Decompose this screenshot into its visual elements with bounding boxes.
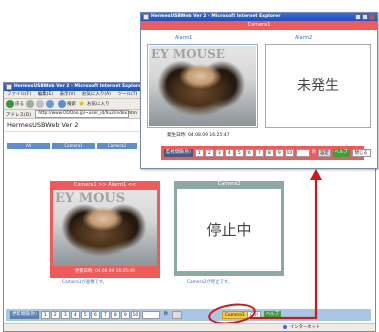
monitor-10[interactable]: 10 [284,149,294,157]
monitor-interval-input[interactable] [295,149,310,157]
monitor-6[interactable]: 6 [244,149,254,157]
monitor-4[interactable]: 4 [224,149,234,157]
arrow-head [310,169,322,180]
monitor-interval-label: 監視間隔(秒) [164,149,193,157]
help-button-front[interactable]: ヘルプ [332,149,350,157]
monitor-number-buttons: 1 2 3 4 5 6 7 8 9 10 [194,149,294,157]
maximize-icon[interactable] [362,14,368,20]
close-icon[interactable] [369,14,375,20]
camera1-panel-title: Camera1 [141,21,377,30]
minimize-icon[interactable] [355,14,361,20]
window-buttons [355,14,375,20]
popup-title: HermesUSBWeb Ver 2 - Microsoft Internet … [151,14,281,19]
alarm2-frame: 未発生 [265,44,371,128]
alarm2-state: 未発生 [297,78,339,94]
arrow-line [250,178,318,320]
alarm2-label: Alarm2 [295,36,313,41]
monitor-5[interactable]: 5 [234,149,244,157]
monitor-8[interactable]: 8 [264,149,274,157]
monitor-3[interactable]: 3 [214,149,224,157]
monitor-7[interactable]: 7 [254,149,264,157]
alarm1-label: Alarm1 [175,36,193,41]
close-button[interactable]: 閉じる [351,149,371,157]
alarm1-watermark: EY MOUSE [151,47,225,61]
interval-controls-front: 監視間隔(秒) 1 2 3 4 5 6 7 8 9 10 秒 設定 ヘルプ 閉じ… [164,149,371,157]
monitor-2[interactable]: 2 [204,149,214,157]
ie-icon-popup [143,14,149,20]
popup-titlebar[interactable]: HermesUSBWeb Ver 2 - Microsoft Internet … [141,13,377,21]
set-button[interactable]: 設定 [318,149,331,157]
monitor-9[interactable]: 9 [274,149,284,157]
alarm1-frame: EY MOUSE [147,44,258,128]
browser-window-front: HermesUSBWeb Ver 2 - Microsoft Internet … [140,12,378,169]
alarm1-timestamp: 発生日時: 04.08.09 16:25:47 [167,133,230,138]
monitor-1[interactable]: 1 [194,149,204,157]
monitor-unit: 秒 [311,150,317,155]
alarm1-image[interactable]: EY MOUSE [149,46,256,126]
